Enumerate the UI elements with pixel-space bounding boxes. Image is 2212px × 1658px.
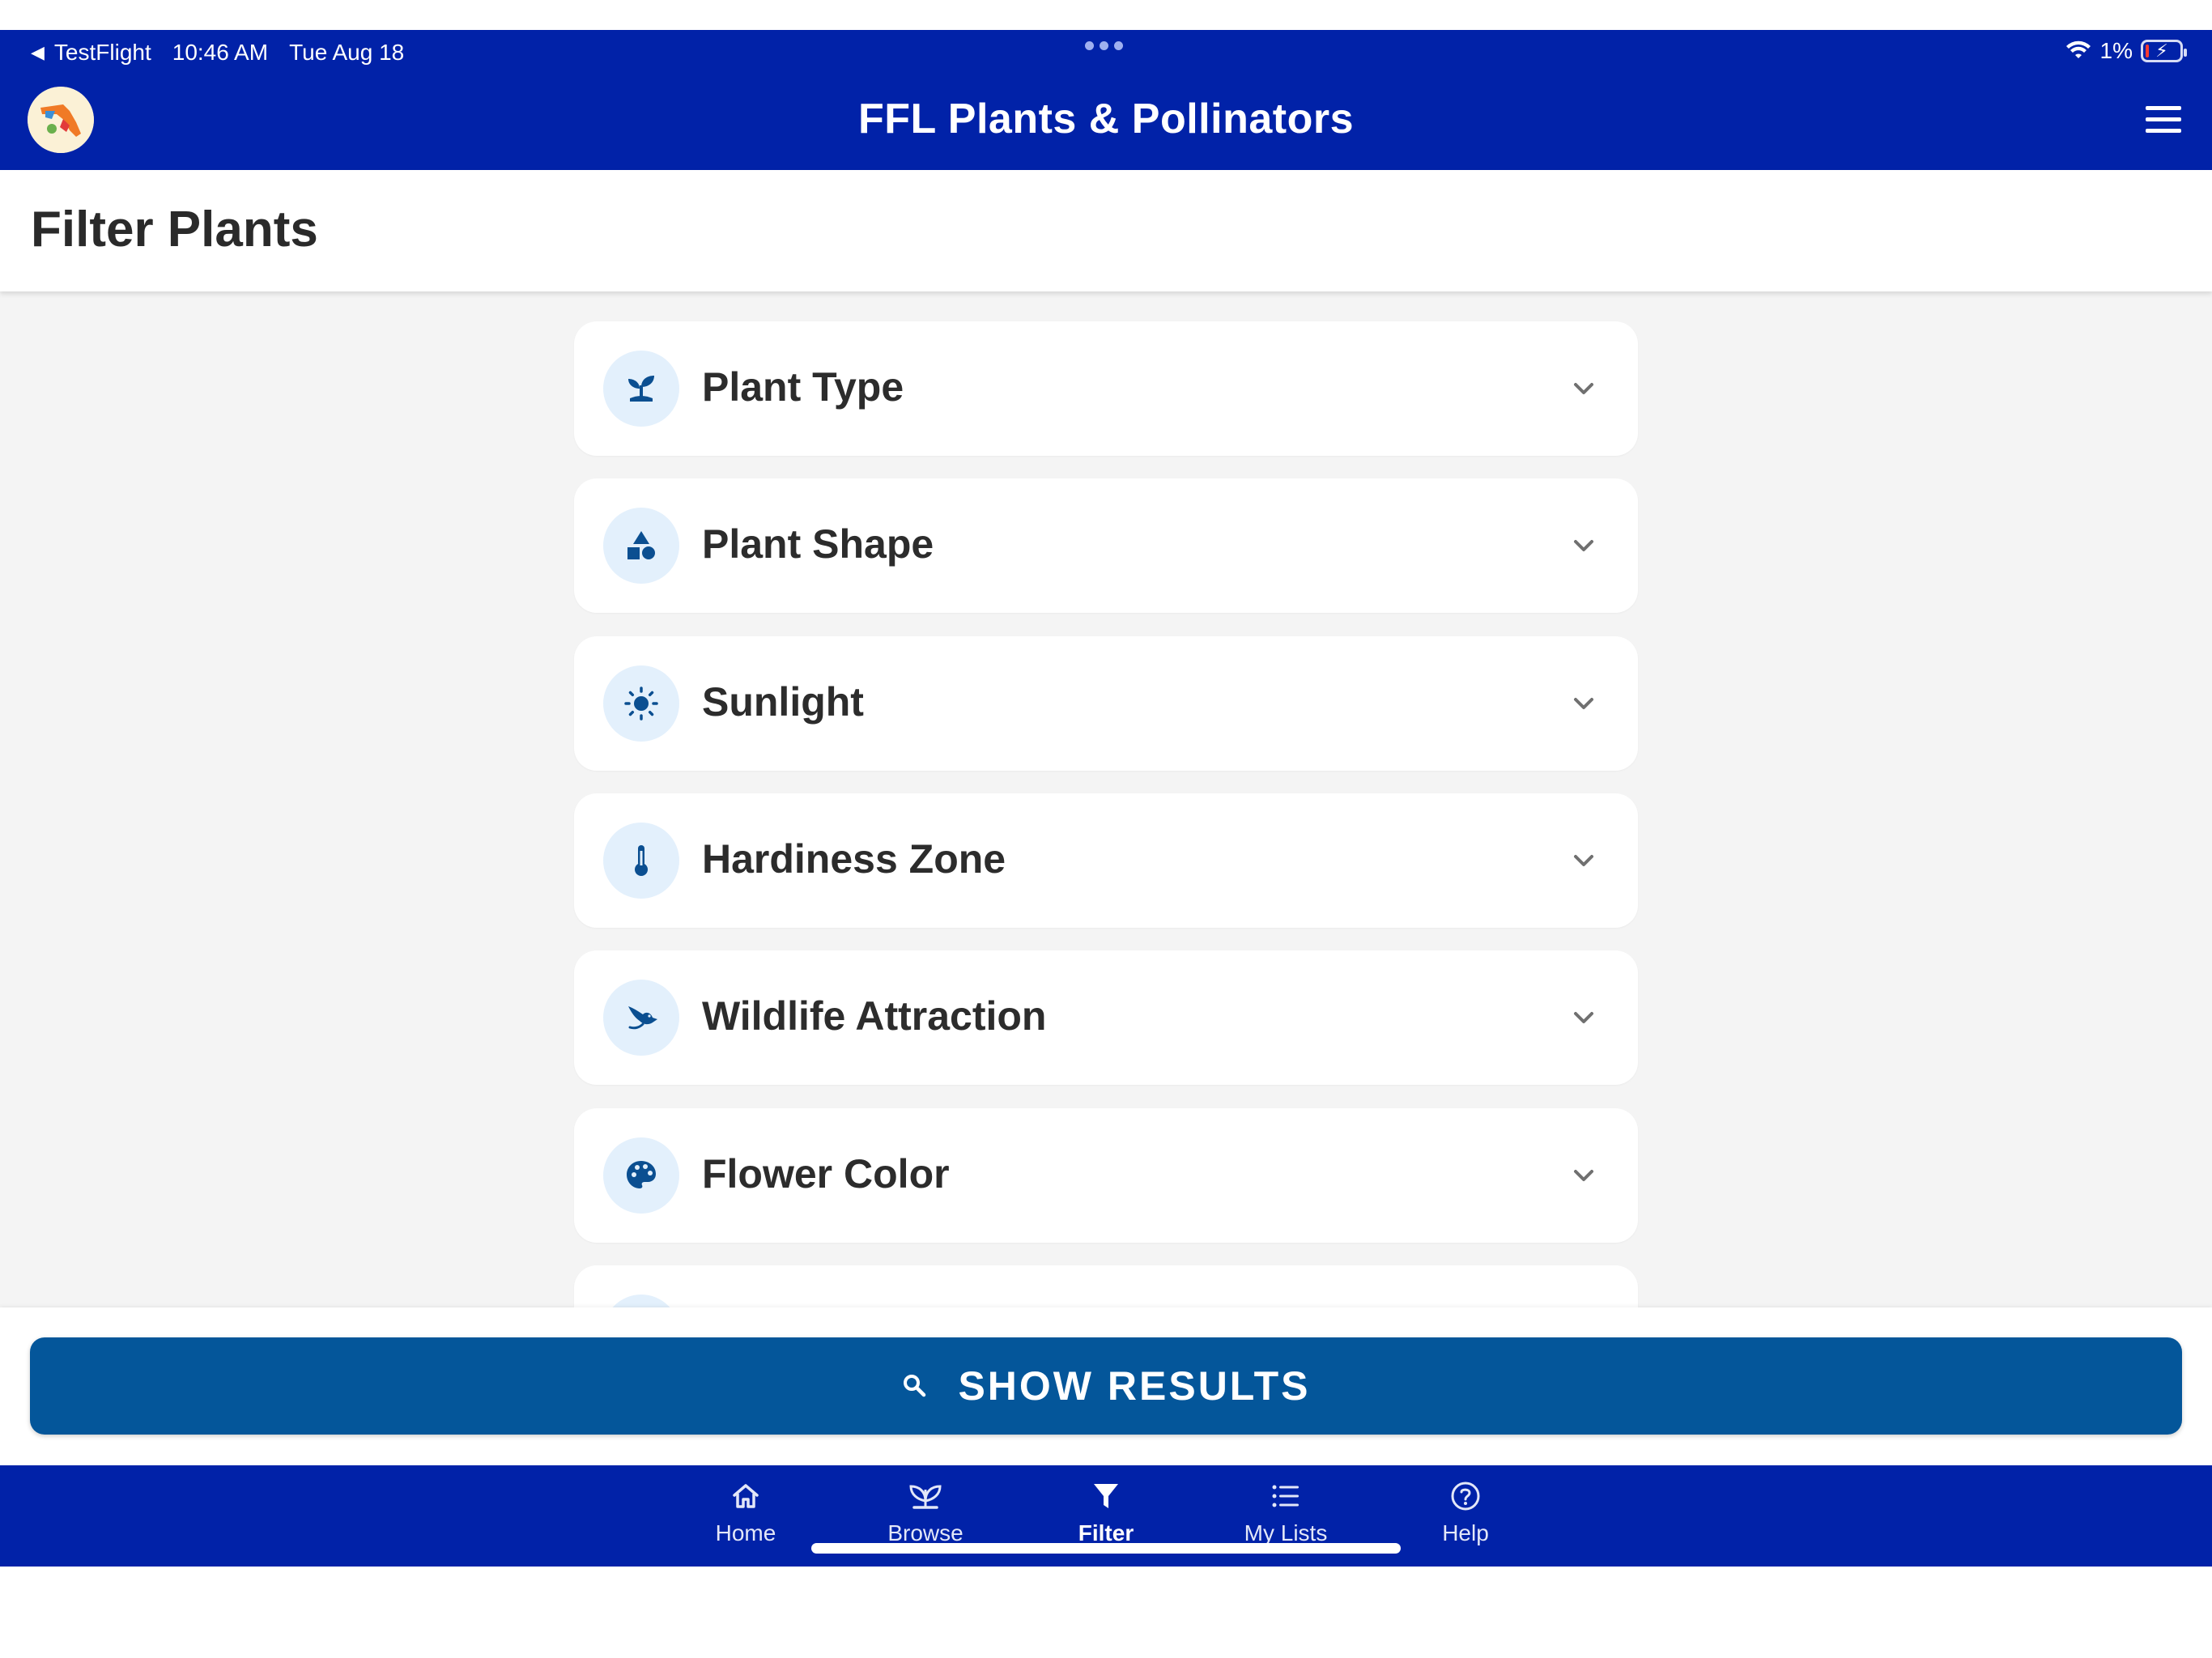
filter-plant-type[interactable]: Plant Type bbox=[574, 321, 1638, 456]
nav-bar: FFL Plants & Pollinators bbox=[0, 75, 2212, 170]
multitasking-dots-icon[interactable] bbox=[1085, 41, 1123, 50]
filter-plant-shape[interactable]: Plant Shape bbox=[574, 478, 1638, 613]
battery-percent: 1% bbox=[2099, 38, 2133, 63]
chevron-down-icon[interactable] bbox=[1570, 690, 1597, 717]
filter-sunlight[interactable]: Sunlight bbox=[574, 636, 1638, 771]
back-arrow-icon[interactable]: ◀ bbox=[31, 42, 45, 63]
status-date: Tue Aug 18 bbox=[289, 40, 405, 65]
tab-label: Help bbox=[1442, 1520, 1489, 1545]
filter-card-partial[interactable] bbox=[574, 1265, 1638, 1307]
bottom-letterbox bbox=[0, 1567, 2212, 1658]
chevron-down-icon[interactable] bbox=[1570, 375, 1597, 402]
help-icon bbox=[1451, 1482, 1480, 1511]
page-title-bar: Filter Plants bbox=[0, 170, 2212, 291]
filter-label: Plant Type bbox=[702, 364, 904, 410]
show-results-label: SHOW RESULTS bbox=[958, 1363, 1311, 1409]
chevron-down-icon[interactable] bbox=[1570, 1162, 1597, 1189]
filter-label: Hardiness Zone bbox=[702, 836, 1006, 882]
chevron-down-icon[interactable] bbox=[1570, 847, 1597, 874]
filter-hardiness-zone[interactable]: Hardiness Zone bbox=[574, 793, 1638, 928]
tab-label: Home bbox=[715, 1520, 776, 1545]
search-icon bbox=[904, 1375, 926, 1397]
home-icon bbox=[733, 1484, 759, 1508]
filter-label: Wildlife Attraction bbox=[702, 993, 1047, 1039]
app-screen: ◀ TestFlight 10:46 AM Tue Aug 18 1% ⚡ FF… bbox=[0, 0, 2212, 1658]
filter-icon-partial bbox=[603, 1295, 679, 1307]
page-title: Filter Plants bbox=[31, 202, 318, 257]
filter-wildlife-attraction[interactable]: Wildlife Attraction bbox=[574, 950, 1638, 1085]
seedling-icon bbox=[603, 351, 679, 427]
filter-icon bbox=[1094, 1484, 1118, 1508]
bird-icon bbox=[603, 980, 679, 1056]
chevron-down-icon[interactable] bbox=[1570, 532, 1597, 559]
filter-label: Plant Shape bbox=[702, 521, 934, 567]
thermometer-icon bbox=[603, 823, 679, 899]
show-results-button[interactable]: SHOW RESULTS bbox=[30, 1337, 2182, 1435]
filter-label: Sunlight bbox=[702, 679, 864, 725]
filter-flower-color[interactable]: Flower Color bbox=[574, 1108, 1638, 1243]
sun-icon bbox=[603, 665, 679, 742]
home-indicator[interactable] bbox=[811, 1543, 1401, 1554]
status-bar: ◀ TestFlight 10:46 AM Tue Aug 18 1% ⚡ bbox=[0, 30, 2212, 75]
palette-icon bbox=[603, 1137, 679, 1214]
status-right: 1% ⚡ bbox=[2065, 38, 2187, 64]
list-icon bbox=[1272, 1485, 1299, 1507]
filter-label: Flower Color bbox=[702, 1151, 950, 1197]
back-app-label[interactable]: TestFlight bbox=[54, 40, 151, 66]
chevron-down-icon[interactable] bbox=[1570, 1004, 1597, 1031]
tab-bar: Home Browse Filter My Lists Help bbox=[0, 1465, 2212, 1567]
action-area: SHOW RESULTS bbox=[0, 1307, 2212, 1465]
plant-icon bbox=[909, 1485, 942, 1509]
wifi-icon bbox=[2065, 40, 2091, 58]
app-title: FFL Plants & Pollinators bbox=[857, 96, 1354, 142]
top-letterbox bbox=[0, 0, 2212, 30]
filter-list[interactable]: Plant Type Plant Shape Sunlight Hardines… bbox=[0, 291, 2212, 1307]
tab-help[interactable]: Help bbox=[1393, 1480, 1538, 1561]
battery-icon: ⚡ bbox=[2141, 40, 2187, 62]
app-header: ◀ TestFlight 10:46 AM Tue Aug 18 1% ⚡ FF… bbox=[0, 30, 2212, 170]
tab-home[interactable]: Home bbox=[673, 1480, 819, 1561]
hamburger-menu-icon[interactable] bbox=[2146, 100, 2184, 138]
status-left: ◀ TestFlight 10:46 AM Tue Aug 18 bbox=[31, 40, 404, 66]
shapes-icon bbox=[603, 508, 679, 584]
status-time: 10:46 AM bbox=[172, 40, 269, 65]
